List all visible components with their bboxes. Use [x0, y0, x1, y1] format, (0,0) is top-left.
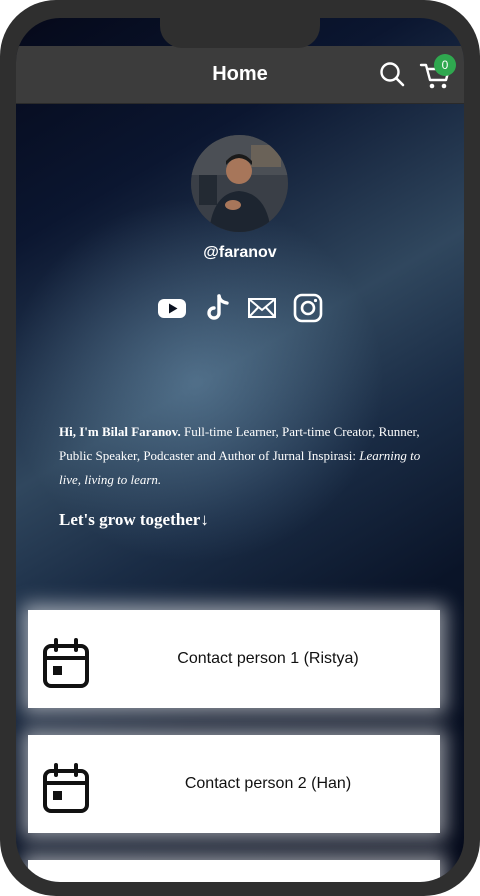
profile-photo — [191, 135, 288, 232]
mail-icon — [248, 298, 276, 318]
cart-count-badge: 0 — [434, 54, 456, 76]
search-icon — [380, 62, 405, 87]
phone-notch — [160, 0, 320, 48]
link-card-partial[interactable] — [28, 860, 440, 882]
tiktok-icon — [207, 294, 229, 320]
instagram-icon — [293, 293, 323, 323]
link-card-label: Contact person 1 (Ristya) — [177, 650, 359, 667]
link-card-contact-2[interactable]: Contact person 2 (Han) — [28, 735, 440, 833]
link-card-label: Contact person 2 (Han) — [184, 775, 352, 792]
call-to-action-text: Let's grow together↓ — [59, 510, 209, 529]
profile-username: @faranov — [203, 244, 277, 261]
instagram-link[interactable] — [292, 292, 324, 324]
avatar — [191, 135, 288, 232]
search-button[interactable] — [378, 60, 406, 88]
bio-intro-name: Hi, I'm Bilal Faranov. — [59, 424, 181, 439]
app-screen: Home 0 @faranov Hi, I'm Bilal Faranov. F… — [16, 18, 464, 882]
youtube-icon — [158, 299, 186, 318]
youtube-link[interactable] — [156, 292, 188, 324]
calendar-icon — [43, 763, 89, 813]
email-link[interactable] — [246, 292, 278, 324]
calendar-icon — [43, 638, 89, 688]
tiktok-link[interactable] — [202, 292, 234, 324]
link-card-contact-1[interactable]: Contact person 1 (Ristya) — [28, 610, 440, 708]
bio-text: Hi, I'm Bilal Faranov. Full-time Learner… — [59, 420, 429, 492]
top-app-bar: Home 0 — [16, 46, 464, 104]
phone-frame: Home 0 @faranov Hi, I'm Bilal Faranov. F… — [0, 0, 480, 896]
